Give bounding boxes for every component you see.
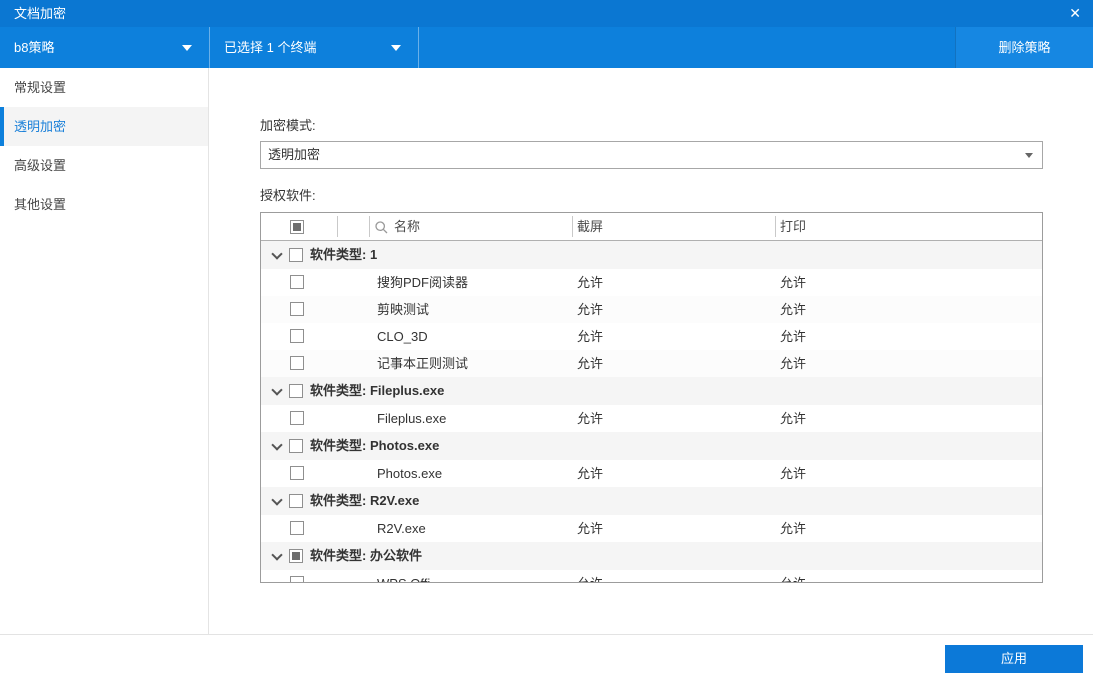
software-name: CLO_3D [377,329,428,344]
close-icon[interactable]: ✕ [1069,0,1081,27]
software-name: 搜狗PDF阅读器 [377,275,469,290]
chevron-down-icon[interactable] [271,549,283,561]
software-name: 剪映测试 [377,302,430,317]
column-header-print[interactable]: 打印 [780,213,806,241]
row-checkbox[interactable] [290,466,304,480]
terminal-dropdown[interactable]: 已选择 1 个终端 [209,27,419,68]
group-checkbox[interactable] [289,439,303,453]
column-header-screenshot[interactable]: 截屏 [577,213,603,241]
group-checkbox[interactable] [289,248,303,262]
print-permission[interactable]: 允许 [780,460,806,487]
row-checkbox[interactable] [290,576,304,582]
software-name: Fileplus.exe [377,411,447,426]
screenshot-permission[interactable]: 允许 [577,405,603,432]
print-permission[interactable]: 允许 [780,515,806,542]
table-row[interactable]: R2V.exe 允许 允许 [261,515,1042,542]
software-name: WPS Offi [377,570,430,582]
table-row[interactable]: Photos.exe 允许 允许 [261,460,1042,487]
row-checkbox[interactable] [290,329,304,343]
print-permission[interactable]: 允许 [780,296,806,323]
group-header-row[interactable]: 软件类型: 1 [261,241,1042,269]
titlebar: 文档加密 ✕ [0,0,1093,27]
group-label: 软件类型: R2V.exe [310,493,420,508]
print-permission[interactable]: 允许 [780,269,806,296]
group-label: 软件类型: Fileplus.exe [310,383,445,398]
chevron-down-icon [391,45,401,51]
delete-policy-button[interactable]: 删除策略 [955,27,1093,68]
encrypt-mode-label: 加密模式: [260,118,316,133]
group-header-row[interactable]: 软件类型: 办公软件 [261,542,1042,570]
table-row[interactable]: 记事本正则测试 允许 允许 [261,350,1042,377]
group-header-row[interactable]: 软件类型: Photos.exe [261,432,1042,460]
group-checkbox[interactable] [289,384,303,398]
table-row[interactable]: Fileplus.exe 允许 允许 [261,405,1042,432]
print-permission[interactable]: 允许 [780,570,806,582]
sidebar-item-other[interactable]: 其他设置 [0,185,208,224]
row-checkbox[interactable] [290,521,304,535]
column-divider [337,216,338,237]
group-label: 软件类型: 办公软件 [310,548,422,563]
footer: 应用 [0,634,1093,680]
group-label: 软件类型: 1 [310,247,378,262]
sidebar-item-advanced[interactable]: 高级设置 [0,146,208,185]
screenshot-permission[interactable]: 允许 [577,460,603,487]
group-header-row[interactable]: 软件类型: R2V.exe [261,487,1042,515]
table-row[interactable]: 搜狗PDF阅读器 允许 允许 [261,269,1042,296]
row-checkbox[interactable] [290,356,304,370]
policy-dropdown-label: b8策略 [14,40,55,55]
terminal-dropdown-label: 已选择 1 个终端 [224,40,317,55]
group-checkbox[interactable] [289,549,303,563]
row-checkbox[interactable] [290,411,304,425]
screenshot-permission[interactable]: 允许 [577,515,603,542]
row-checkbox[interactable] [290,302,304,316]
column-divider [369,216,370,237]
content-panel: 加密模式: 透明加密 授权软件: 名称 截屏 打印 软件类型: 1 搜狗PDF阅读… [210,68,1093,634]
column-divider [572,216,573,237]
window-title: 文档加密 [14,6,67,21]
chevron-down-icon [182,45,192,51]
chevron-down-icon[interactable] [271,494,283,506]
screenshot-permission[interactable]: 允许 [577,350,603,377]
group-label: 软件类型: Photos.exe [310,438,440,453]
screenshot-permission[interactable]: 允许 [577,296,603,323]
table-row[interactable]: WPS Offi 允许 允许 [261,570,1042,582]
table-row[interactable]: 剪映测试 允许 允许 [261,296,1042,323]
table-row[interactable]: CLO_3D 允许 允许 [261,323,1042,350]
document-encryption-window: 文档加密 ✕ b8策略 已选择 1 个终端 删除策略 常规设置 透明加密 高级设… [0,0,1093,680]
ribbon: b8策略 已选择 1 个终端 删除策略 [0,27,1093,68]
screenshot-permission[interactable]: 允许 [577,323,603,350]
table-header: 名称 截屏 打印 [261,213,1042,241]
software-name: 记事本正则测试 [377,356,469,371]
policy-dropdown[interactable]: b8策略 [0,27,209,68]
chevron-down-icon [1025,153,1033,158]
column-header-name[interactable]: 名称 [394,213,420,241]
encrypt-mode-select[interactable]: 透明加密 [260,141,1043,169]
authorized-software-label: 授权软件: [260,188,316,203]
table-body: 软件类型: 1 搜狗PDF阅读器 允许 允许 剪映测试 允许 允许 CLO_3D 允许 允许 记事本… [261,241,1042,582]
software-name: Photos.exe [377,466,443,481]
column-divider [775,216,776,237]
sidebar: 常规设置 透明加密 高级设置 其他设置 [0,68,209,634]
chevron-down-icon[interactable] [271,248,283,260]
sidebar-item-general[interactable]: 常规设置 [0,68,208,107]
apply-button[interactable]: 应用 [945,645,1083,673]
search-icon[interactable] [375,221,388,237]
sidebar-item-transparent-encryption[interactable]: 透明加密 [0,107,208,146]
print-permission[interactable]: 允许 [780,323,806,350]
software-name: R2V.exe [377,521,426,536]
group-checkbox[interactable] [289,494,303,508]
screenshot-permission[interactable]: 允许 [577,570,603,582]
print-permission[interactable]: 允许 [780,405,806,432]
chevron-down-icon[interactable] [271,439,283,451]
screenshot-permission[interactable]: 允许 [577,269,603,296]
group-header-row[interactable]: 软件类型: Fileplus.exe [261,377,1042,405]
row-checkbox[interactable] [290,275,304,289]
print-permission[interactable]: 允许 [780,350,806,377]
authorized-software-table: 名称 截屏 打印 软件类型: 1 搜狗PDF阅读器 允许 允许 剪映测试 允许 允许 CLO_… [260,212,1043,583]
chevron-down-icon[interactable] [271,384,283,396]
encrypt-mode-value: 透明加密 [268,147,321,162]
select-all-checkbox[interactable] [290,220,304,234]
